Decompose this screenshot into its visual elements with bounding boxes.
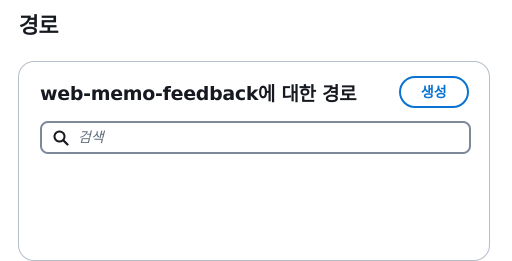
panel-header: web-memo-feedback에 대한 경로 생성 (40, 75, 469, 109)
page-title: 경로 (19, 14, 59, 39)
create-button[interactable]: 생성 (399, 76, 469, 108)
panel-title: web-memo-feedback에 대한 경로 (40, 82, 357, 105)
routes-panel: web-memo-feedback에 대한 경로 생성 (18, 61, 490, 261)
search-icon (52, 129, 70, 147)
search-input[interactable] (78, 123, 469, 152)
search-box[interactable] (40, 121, 471, 154)
